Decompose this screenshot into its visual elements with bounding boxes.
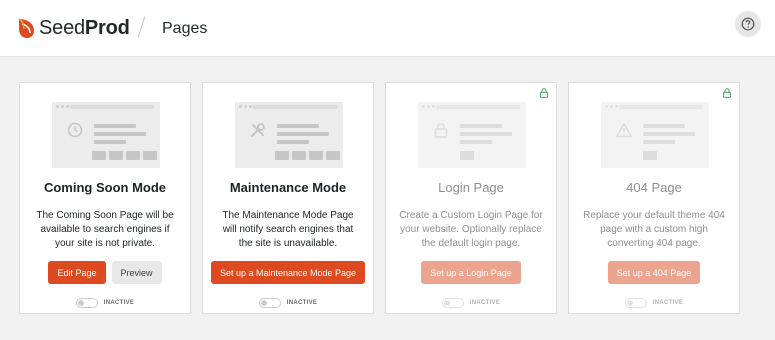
status-label: INACTIVE — [469, 300, 501, 306]
placeholder-block — [126, 151, 140, 160]
placeholder-line — [643, 140, 675, 144]
placeholder-line — [460, 132, 512, 136]
card-actions: Set up a 404 Page — [569, 261, 739, 284]
placeholder-block — [292, 151, 306, 160]
breadcrumb-separator — [137, 16, 146, 38]
maintenance-thumbnail — [235, 102, 343, 168]
placeholder-block — [143, 151, 157, 160]
coming-soon-thumbnail — [52, 102, 160, 168]
card-title: Coming Soon Mode — [43, 180, 167, 195]
tools-icon — [250, 123, 265, 138]
window-dots — [239, 105, 252, 108]
lock-icon — [434, 123, 448, 138]
window-dots — [56, 105, 69, 108]
status-row: INACTIVE — [20, 298, 190, 308]
warning-icon — [616, 122, 632, 138]
maintenance-toggle[interactable] — [258, 298, 281, 308]
edit-page-button[interactable]: Edit Page — [48, 261, 106, 284]
setup-login-page-button[interactable]: Set up a Login Page — [421, 261, 521, 284]
placeholder-line — [460, 124, 502, 128]
status-label: INACTIVE — [103, 300, 135, 306]
login-page-card: Login Page Create a Custom Login Page fo… — [385, 82, 557, 314]
placeholder-block — [326, 151, 340, 160]
card-actions: Set up a Login Page — [386, 261, 556, 284]
placeholder-line — [94, 132, 146, 136]
maintenance-card: Maintenance Mode The Maintenance Mode Pa… — [202, 82, 374, 314]
placeholder-block — [92, 151, 106, 160]
login-page-toggle[interactable] — [441, 298, 464, 308]
window-dots — [422, 105, 435, 108]
placeholder-block — [309, 151, 323, 160]
card-actions: Set up a Maintenance Mode Page — [203, 261, 373, 284]
card-title: Login Page — [438, 180, 504, 195]
status-row: INACTIVE — [386, 298, 556, 308]
placeholder-block — [460, 151, 474, 160]
address-bar — [436, 105, 520, 109]
coming-soon-card: Coming Soon Mode The Coming Soon Page wi… — [19, 82, 191, 314]
placeholder-line — [460, 140, 492, 144]
placeholder-block — [275, 151, 289, 160]
card-description: The Coming Soon Page will be available t… — [36, 210, 174, 249]
card-description: Replace your default theme 404 page with… — [583, 210, 725, 249]
placeholder-line — [94, 124, 136, 128]
card-actions: Edit Page Preview — [20, 261, 190, 284]
seedprod-logo[interactable]: SeedProd — [16, 15, 130, 41]
brand-name: SeedProd — [39, 16, 130, 39]
top-bar: SeedProd Pages — [0, 0, 775, 57]
address-bar — [619, 105, 703, 109]
status-label: INACTIVE — [286, 300, 318, 306]
pro-lock-icon — [540, 88, 548, 98]
placeholder-line — [643, 124, 685, 128]
placeholder-line — [277, 124, 319, 128]
setup-404-page-button[interactable]: Set up a 404 Page — [607, 261, 701, 284]
placeholder-line — [94, 140, 126, 144]
card-description: Create a Custom Login Page for your webs… — [399, 210, 543, 249]
question-circle-icon — [741, 17, 755, 31]
pro-lock-icon — [723, 88, 731, 98]
seedprod-leaf-icon — [18, 18, 34, 38]
placeholder-block — [109, 151, 123, 160]
status-label: INACTIVE — [652, 300, 684, 306]
card-description: The Maintenance Mode Page will notify se… — [222, 210, 354, 249]
404-page-toggle[interactable] — [624, 298, 647, 308]
status-row: INACTIVE — [203, 298, 373, 308]
help-button[interactable] — [735, 11, 761, 37]
window-dots — [605, 105, 618, 108]
status-row: INACTIVE — [569, 298, 739, 308]
clock-icon — [67, 122, 83, 138]
404-thumbnail — [601, 102, 709, 168]
setup-maintenance-button[interactable]: Set up a Maintenance Mode Page — [210, 261, 366, 284]
address-bar — [70, 105, 154, 109]
card-title: Maintenance Mode — [229, 180, 347, 195]
404-page-card: 404 Page Replace your default theme 404 … — [568, 82, 740, 314]
placeholder-line — [277, 132, 329, 136]
login-thumbnail — [418, 102, 526, 168]
page-title: Pages — [162, 20, 208, 37]
placeholder-line — [643, 132, 695, 136]
placeholder-line — [277, 140, 309, 144]
card-title: 404 Page — [626, 180, 682, 195]
address-bar — [253, 105, 337, 109]
placeholder-block — [643, 151, 657, 160]
preview-button[interactable]: Preview — [111, 261, 162, 284]
coming-soon-toggle[interactable] — [75, 298, 98, 308]
